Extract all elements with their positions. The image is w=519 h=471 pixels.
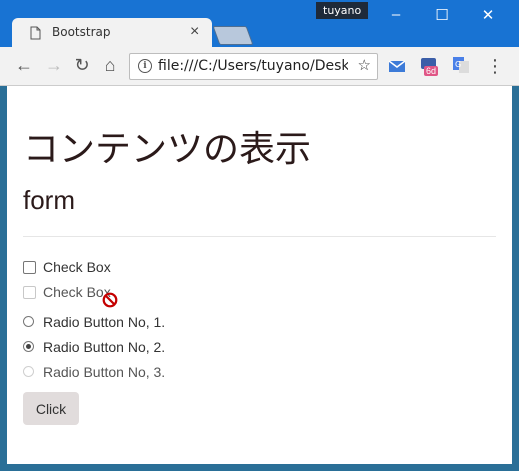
maximize-icon[interactable]: ☐ <box>432 6 452 24</box>
info-icon[interactable]: i <box>138 59 152 73</box>
click-button[interactable]: Click <box>23 392 79 425</box>
checkbox-1-label[interactable]: Check Box <box>43 259 111 275</box>
radio-button-2[interactable] <box>23 341 34 352</box>
close-window-icon[interactable]: ✕ <box>478 6 498 24</box>
radio-button-1[interactable] <box>23 316 34 327</box>
document-icon <box>30 26 41 40</box>
page-heading: コンテンツの表示 <box>23 129 312 170</box>
tab-title: Bootstrap <box>52 25 111 39</box>
form-subheading: form <box>23 185 75 215</box>
mail-extension-icon[interactable] <box>388 56 406 74</box>
browser-toolbar: ← → ↻ ⌂ i file:///C:/Users/tuyano/Deskto… <box>0 47 519 86</box>
divider <box>23 236 496 237</box>
minimize-icon[interactable]: – <box>386 6 406 23</box>
svg-text:G: G <box>455 60 461 69</box>
not-allowed-cursor-icon <box>102 292 118 308</box>
checkbox-2-label: Check Box <box>43 284 111 300</box>
browser-menu-icon[interactable]: ⋮ <box>486 56 504 77</box>
checkbox-2-disabled <box>23 286 36 299</box>
radio-3-label: Radio Button No, 3. <box>43 364 166 380</box>
url-text[interactable]: file:///C:/Users/tuyano/Desktop <box>158 58 348 74</box>
extension-badge: 6d <box>424 66 439 76</box>
profile-badge[interactable]: tuyano <box>316 2 369 19</box>
home-icon[interactable]: ⌂ <box>100 55 120 76</box>
back-icon[interactable]: ← <box>14 55 34 76</box>
tab-close-icon[interactable]: × <box>190 23 199 41</box>
window-titlebar: Bootstrap × tuyano – ☐ ✕ <box>0 0 519 47</box>
page-content: コンテンツの表示 form Check Box Check Box Radio … <box>7 86 512 464</box>
forward-icon[interactable]: → <box>44 55 64 76</box>
radio-button-3-disabled <box>23 366 34 377</box>
browser-tab[interactable]: Bootstrap × <box>12 18 212 47</box>
radio-2-label[interactable]: Radio Button No, 2. <box>43 339 165 355</box>
bookmark-star-icon[interactable]: ☆ <box>358 56 371 74</box>
address-bar[interactable]: i file:///C:/Users/tuyano/Desktop ☆ <box>129 53 378 80</box>
reload-icon[interactable]: ↻ <box>72 55 92 76</box>
translate-extension-icon[interactable]: G <box>452 56 470 74</box>
checkbox-1[interactable] <box>23 261 36 274</box>
radio-1-label[interactable]: Radio Button No, 1. <box>43 314 165 330</box>
new-tab-button[interactable] <box>212 26 254 45</box>
